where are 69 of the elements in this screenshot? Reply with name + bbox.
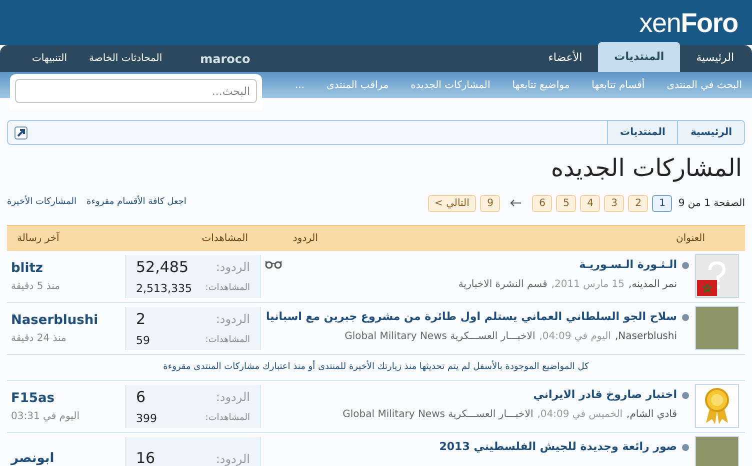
notice-text: كل المواضيع الموجودة بالأسفل لم يتم تحديثها منذ زيارتك الأخيرة للمنتدى أو منذ اعتبارك مشاركات المنتدى مقروءة (163, 360, 589, 374)
views-label: المشاهدات: (205, 282, 250, 295)
external-link-icon[interactable] (14, 126, 28, 140)
search-field[interactable]: البحث... (15, 79, 257, 103)
column-header: المشاهدات (200, 232, 249, 246)
nav-tab[interactable]: الأعضاء (532, 45, 598, 72)
nav-tab[interactable]: المنتديات (598, 42, 680, 72)
views-count: 399 (136, 410, 157, 426)
last-poster[interactable]: blitz (11, 259, 43, 279)
replies-count: 16 (136, 448, 156, 466)
column-header: الردود (292, 232, 319, 246)
thread-date: الخميس في 04:09, (537, 408, 623, 422)
page-link[interactable]: 2 (628, 194, 648, 212)
breadcrumb-link[interactable]: الرئيسية (677, 121, 744, 144)
views-count: 59 (136, 332, 150, 348)
action-link[interactable]: اجعل كافة الأقسام مقروءة (86, 196, 186, 210)
page-link[interactable]: 4 (580, 194, 600, 212)
replies-label: الردود: (216, 259, 250, 276)
thread-author[interactable]: Naserblushi, (614, 328, 677, 344)
views-label: المشاهدات: (205, 412, 250, 425)
thread-title[interactable]: اختبار صاروخ قادر الايراني (533, 387, 677, 404)
last-poster[interactable]: Naserblushi (11, 311, 98, 331)
flag-icon (697, 280, 717, 296)
thread-title[interactable]: الـثـورة الـسـوريـة (579, 257, 677, 274)
replies-count: 6 (136, 387, 146, 408)
forum-link[interactable]: قسم النشرة الاخبارية (458, 276, 548, 292)
breadcrumb-link[interactable]: المنتديات (607, 121, 678, 144)
last-post-time: اليوم في 03:31 (11, 410, 80, 424)
replies-label: الردود: (216, 311, 250, 328)
page-link[interactable]: 5 (556, 194, 576, 212)
user-link[interactable]: التنبيهات (32, 51, 67, 66)
medal-icon (702, 387, 732, 425)
logo-text: Foro (680, 8, 738, 38)
page-summary: الصفحة 1 من 9 (678, 196, 745, 210)
thread-title[interactable]: صور رائعة وجديدة للجيش الفلسطيني 2013 (439, 439, 677, 456)
last-post-time: منذ 5 دقيقة (11, 280, 60, 294)
last-poster[interactable]: ابونصر (11, 448, 54, 466)
jump-arrow-icon[interactable] (510, 199, 522, 207)
last-post-time: منذ 24 دقيقة (11, 332, 66, 346)
question-mark-icon (707, 261, 727, 291)
replies-count: 52,485 (136, 257, 188, 278)
page-link[interactable]: 6 (532, 194, 552, 212)
views-label: المشاهدات: (205, 334, 250, 347)
logo[interactable]: xenForo (639, 10, 738, 37)
replies-label: الردود: (216, 450, 250, 466)
thread-title[interactable]: سلاح الجو السلطاني العماني يستلم اول طائرة من مشروع جبرين مع اسبانيا (266, 309, 677, 326)
page-link[interactable]: 9 (480, 194, 500, 212)
nav-tab[interactable]: الرئيسية (680, 45, 750, 72)
thread-author[interactable]: قادي الشام, (626, 406, 677, 422)
thread-date: 15 مارس 2011, (551, 278, 625, 292)
page-link[interactable]: 1 (652, 194, 672, 212)
next-page-link[interactable]: التالي > (428, 194, 476, 212)
thread-date: اليوم في 04:09, (539, 330, 611, 344)
logo-text: xen (639, 8, 681, 38)
page-title: المشاركات الجديده (550, 153, 743, 183)
column-header: العنوان (675, 232, 706, 246)
avatar-placeholder[interactable] (695, 254, 739, 298)
column-header: آخر رسالة (16, 231, 61, 246)
user-link[interactable]: maroco (200, 50, 250, 68)
replies-label: الردود: (216, 389, 250, 406)
replies-count: 2 (136, 309, 146, 330)
forum-link[interactable]: الاخبـــار العســـكرية Global Military News (344, 328, 536, 344)
last-poster[interactable]: F15as (11, 389, 54, 409)
forum-link[interactable]: الاخبـــار العســـكرية Global Military News (342, 406, 534, 422)
action-link[interactable]: المشاركات الأخيرة (7, 196, 77, 210)
page-link[interactable]: 3 (604, 194, 624, 212)
user-link[interactable]: المحادثات الخاصة (88, 51, 162, 66)
views-count: 2,513,335 (136, 280, 192, 296)
thread-author[interactable]: نمر المدينه, (628, 276, 677, 292)
